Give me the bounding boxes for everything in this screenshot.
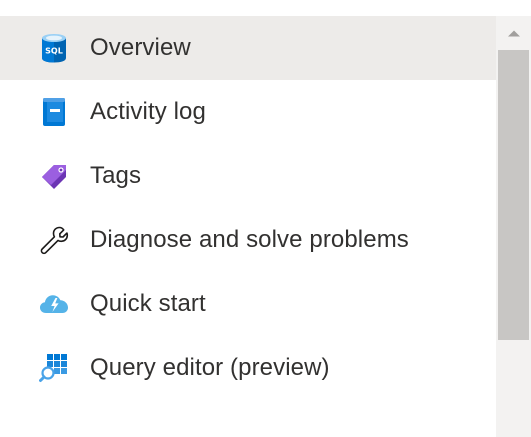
menu-item-quick-start[interactable]: Quick start [0,272,496,336]
tag-icon [39,161,69,191]
menu-item-label: Query editor (preview) [90,354,330,381]
query-editor-icon [39,353,69,383]
menu-item-overview[interactable]: SQL Overview [0,16,496,80]
menu-item-label: Overview [90,34,191,61]
scroll-up-arrow-icon [507,30,520,37]
sql-database-icon: SQL [39,33,69,63]
menu-item-label: Activity log [90,98,206,125]
menu-item-label: Tags [90,162,142,189]
menu-item-label: Diagnose and solve problems [90,226,409,253]
vertical-scrollbar[interactable] [496,16,531,437]
activity-log-icon [39,97,69,127]
menu-item-label: Quick start [90,290,206,317]
menu-item-activity-log[interactable]: Activity log [0,80,496,144]
quick-start-cloud-icon [39,289,69,319]
resource-menu-panel: SQL Overview Activity log Tags Diagnose … [0,0,531,437]
scroll-up-button[interactable] [496,16,531,50]
menu-item-diagnose[interactable]: Diagnose and solve problems [0,208,496,272]
menu-item-tags[interactable]: Tags [0,144,496,208]
resource-nav-list: SQL Overview Activity log Tags Diagnose … [0,16,496,400]
svg-text:SQL: SQL [45,47,63,56]
menu-item-query-editor[interactable]: Query editor (preview) [0,336,496,400]
scroll-thumb[interactable] [498,50,529,340]
wrench-icon [39,225,69,255]
